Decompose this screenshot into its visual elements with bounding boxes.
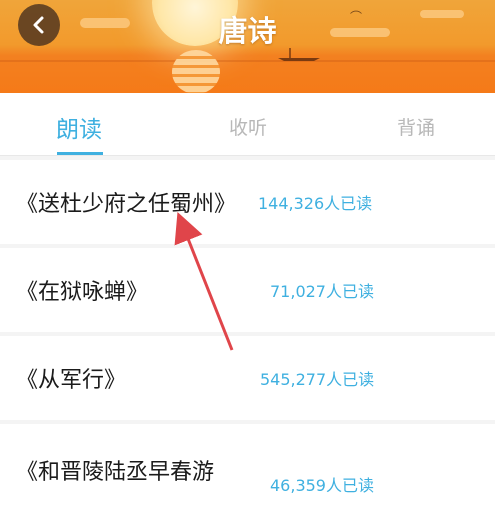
setting-sun-decoration [172,50,220,93]
poem-title: 《和晋陵陆丞早春游 [16,460,215,485]
poem-title: 《送杜少府之任蜀州》 [16,192,237,217]
read-count: 545,277人已读 [260,370,375,389]
active-tab-indicator [57,152,103,155]
poem-title: 《从军行》 [16,368,127,393]
header-banner: ⌒ 唐诗 [0,0,495,93]
read-count: 144,326人已读 [258,194,373,213]
page-title: 唐诗 [218,14,277,48]
poem-title: 《在狱咏蝉》 [16,280,149,305]
poem-list-item[interactable]: 《从军行》 545,277人已读 [0,336,495,420]
tab-bar: 朗读 收听 背诵 [0,93,495,156]
read-count: 71,027人已读 [270,282,374,301]
poem-list-item[interactable]: 《送杜少府之任蜀州》 144,326人已读 [0,160,495,244]
read-count: 46,359人已读 [270,476,374,495]
poem-list-item[interactable]: 《和晋陵陆丞早春游 46,359人已读 [0,424,495,508]
horizon-line [0,60,495,62]
tab-listen[interactable]: 收听 [229,113,267,140]
tab-read-aloud[interactable]: 朗读 [56,110,102,144]
tab-recite[interactable]: 背诵 [397,113,435,140]
poem-list-item[interactable]: 《在狱咏蝉》 71,027人已读 [0,248,495,332]
